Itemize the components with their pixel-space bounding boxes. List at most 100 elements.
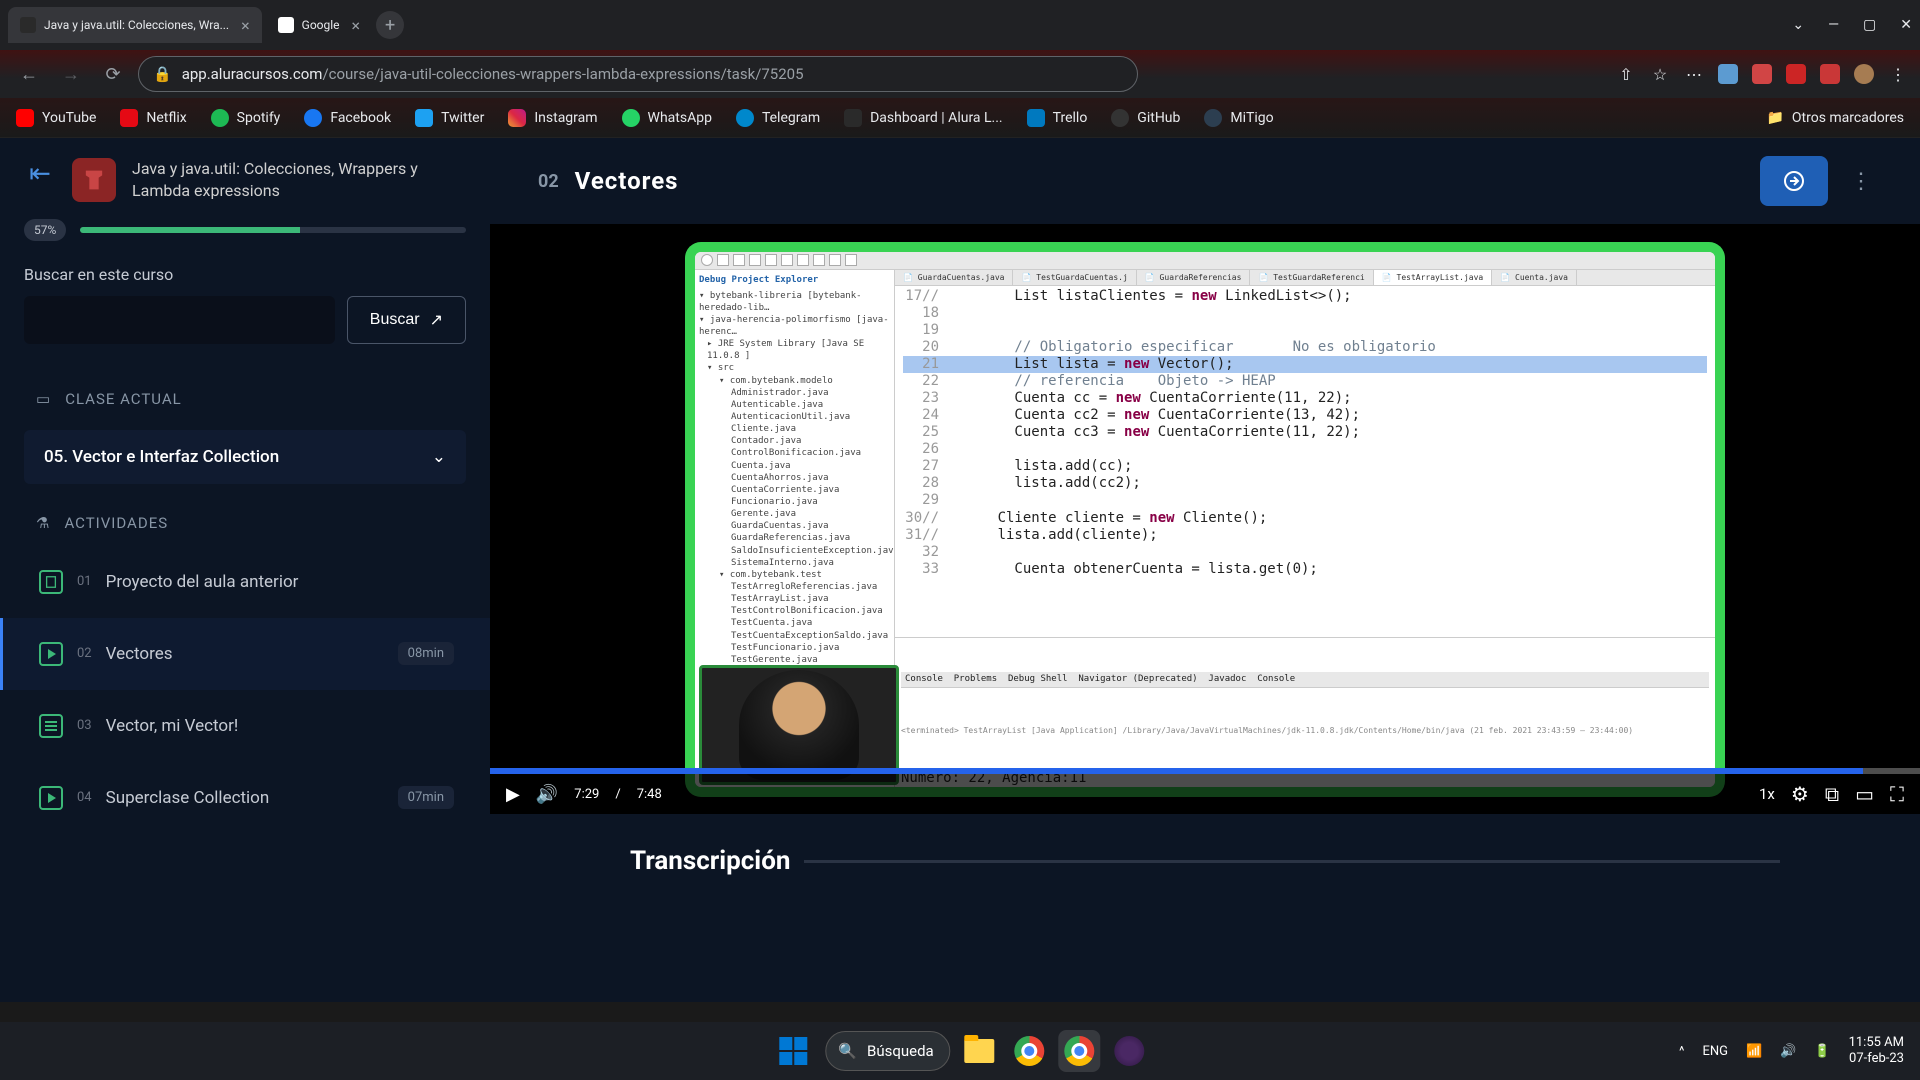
activity-title: Superclase Collection <box>106 788 384 808</box>
tray-language[interactable]: ENG <box>1702 1044 1728 1059</box>
video-total-time: 7:48 <box>637 787 662 802</box>
transcription-heading: Transcripción <box>630 846 790 876</box>
activities-label-text: ACTIVIDADES <box>64 514 168 532</box>
bookmark-alura[interactable]: Dashboard | Alura L... <box>844 109 1003 127</box>
bm-label: GitHub <box>1137 110 1180 126</box>
video-pip-icon[interactable]: ⧉ <box>1825 782 1839 806</box>
nav-back-button[interactable]: ← <box>12 57 46 91</box>
spotify-icon <box>211 109 229 127</box>
video-player[interactable]: Debug Project Explorer▾ bytebank-libreri… <box>490 224 1920 814</box>
extension-4-icon[interactable] <box>1820 64 1840 84</box>
activity-title: Proyecto del aula anterior <box>106 572 454 592</box>
facebook-icon <box>304 109 322 127</box>
tab-close-0[interactable]: × <box>241 16 250 35</box>
bookmark-star-icon[interactable]: ☆ <box>1650 64 1670 84</box>
bookmark-twitter[interactable]: Twitter <box>415 109 484 127</box>
tab-google[interactable]: Google × <box>266 7 372 43</box>
bookmark-netflix[interactable]: Netflix <box>120 109 186 127</box>
nav-reload-button[interactable]: ⟳ <box>96 57 130 91</box>
tray-clock[interactable]: 11:55 AM07-feb-23 <box>1849 1035 1904 1066</box>
bookmark-telegram[interactable]: Telegram <box>736 109 820 127</box>
video-settings-icon[interactable]: ⚙ <box>1791 782 1809 806</box>
chevron-down-icon[interactable]: ⌄ <box>1792 17 1804 33</box>
bookmark-github[interactable]: GitHub <box>1111 109 1180 127</box>
tray-volume-icon[interactable]: 🔊 <box>1780 1044 1796 1059</box>
windows-taskbar: 🔍Búsqueda ^ ENG 📶 🔊 🔋 11:55 AM07-feb-23 <box>0 1022 1920 1080</box>
search-label: Buscar en este curso <box>0 265 490 296</box>
taskbar-explorer[interactable] <box>959 1030 1001 1072</box>
extensions-menu-icon[interactable]: ⋯ <box>1684 64 1704 84</box>
share-icon[interactable]: ⇧ <box>1616 64 1636 84</box>
new-tab-button[interactable]: + <box>376 11 404 39</box>
progress-percent: 57% <box>24 219 66 241</box>
bm-label: Spotify <box>237 110 281 126</box>
search-btn-label: Buscar <box>370 311 420 329</box>
activity-item-3[interactable]: 03 Vector, mi Vector! <box>0 690 490 762</box>
activity-num: 04 <box>77 790 92 805</box>
tab-title-1: Google <box>302 18 340 32</box>
activity-item-2[interactable]: 02 Vectores 08min <box>0 618 490 690</box>
nav-forward-button[interactable]: → <box>54 57 88 91</box>
lesson-header: 02 Vectores ⋮ <box>490 138 1920 224</box>
activity-item-4[interactable]: 04 Superclase Collection 07min <box>0 762 490 834</box>
close-button[interactable]: ✕ <box>1900 17 1912 33</box>
bookmark-whatsapp[interactable]: WhatsApp <box>622 109 712 127</box>
minimize-button[interactable]: — <box>1828 17 1839 33</box>
video-speed-button[interactable]: 1x <box>1759 785 1775 803</box>
extension-1-icon[interactable] <box>1718 64 1738 84</box>
tray-battery-icon[interactable]: 🔋 <box>1814 1044 1830 1059</box>
extension-2-icon[interactable] <box>1752 64 1772 84</box>
taskbar-eclipse[interactable] <box>1109 1030 1151 1072</box>
section-dropdown[interactable]: 05. Vector e Interfaz Collection ⌄ <box>24 430 466 484</box>
lesson-number: 02 <box>538 171 559 192</box>
bookmark-mitigo[interactable]: MiTigo <box>1204 109 1273 127</box>
video-theater-icon[interactable]: ▭ <box>1855 782 1874 806</box>
bookmark-facebook[interactable]: Facebook <box>304 109 391 127</box>
other-bookmarks[interactable]: 📁Otros marcadores <box>1766 110 1904 126</box>
activity-duration: 07min <box>398 786 454 809</box>
bm-label: Netflix <box>146 110 186 126</box>
bookmark-spotify[interactable]: Spotify <box>211 109 281 127</box>
taskbar-search[interactable]: 🔍Búsqueda <box>825 1031 950 1071</box>
course-icon <box>72 158 116 202</box>
progress-bar <box>80 227 466 233</box>
bookmark-trello[interactable]: Trello <box>1027 109 1088 127</box>
activity-item-1[interactable]: 01 Proyecto del aula anterior <box>0 546 490 618</box>
tab-alura[interactable]: Java y java.util: Colecciones, Wra... × <box>8 7 262 43</box>
search-button[interactable]: Buscar↗ <box>347 296 466 344</box>
video-play-button[interactable]: ▶ <box>506 784 520 805</box>
bm-label: Dashboard | Alura L... <box>870 110 1003 126</box>
tab-close-1[interactable]: × <box>352 16 361 35</box>
lesson-title: Vectores <box>575 167 679 195</box>
extension-3-icon[interactable] <box>1786 64 1806 84</box>
url-input[interactable]: 🔒 app.aluracursos.com/course/java-util-c… <box>138 56 1138 92</box>
start-button[interactable] <box>769 1027 817 1075</box>
video-volume-button[interactable]: 🔊 <box>536 784 558 805</box>
bookmark-instagram[interactable]: Instagram <box>508 109 597 127</box>
activity-title: Vectores <box>106 644 384 664</box>
maximize-button[interactable]: ▢ <box>1863 17 1876 33</box>
video-current-time: 7:29 <box>574 787 599 802</box>
tray-wifi-icon[interactable]: 📶 <box>1746 1044 1762 1059</box>
video-fullscreen-icon[interactable]: ⛶ <box>1890 782 1904 806</box>
transcription-section: Transcripción <box>490 814 1920 908</box>
bookmarks-bar: YouTube Netflix Spotify Facebook Twitter… <box>0 98 1920 138</box>
taskbar-chrome-2[interactable] <box>1059 1030 1101 1072</box>
window-controls: ⌄ — ▢ ✕ <box>1792 17 1912 33</box>
bm-label: Twitter <box>441 110 484 126</box>
activity-title: Vector, mi Vector! <box>106 716 454 736</box>
profile-avatar[interactable] <box>1854 64 1874 84</box>
other-bookmarks-label: Otros marcadores <box>1792 110 1904 126</box>
section-actividades-label: ⚗ ACTIVIDADES <box>0 500 490 546</box>
bookmark-youtube[interactable]: YouTube <box>16 109 96 127</box>
tray-chevron-icon[interactable]: ^ <box>1679 1044 1684 1059</box>
twitter-icon <box>415 109 433 127</box>
mitigo-icon <box>1204 109 1222 127</box>
lesson-menu-icon[interactable]: ⋮ <box>1850 169 1872 194</box>
search-input[interactable] <box>24 296 335 344</box>
taskbar-chrome-1[interactable] <box>1009 1030 1051 1072</box>
chrome-menu-icon[interactable]: ⋮ <box>1888 64 1908 84</box>
sidebar-back-button[interactable]: ⇤ <box>24 158 56 190</box>
next-lesson-button[interactable] <box>1760 156 1828 206</box>
section-select-label: 05. Vector e Interfaz Collection <box>44 447 279 467</box>
